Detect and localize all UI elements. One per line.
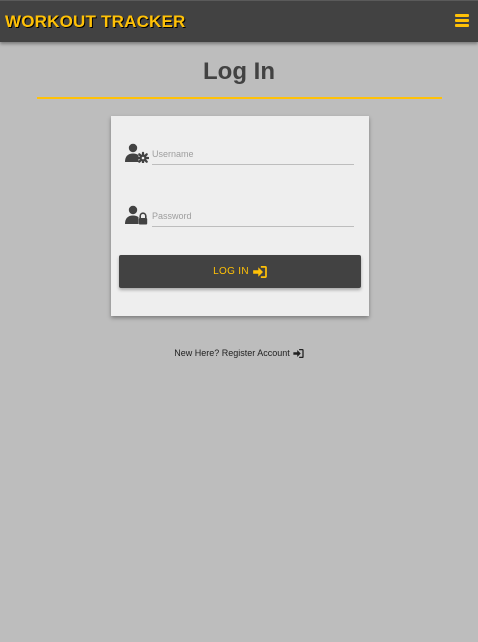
register-link-label: New Here? Register Account: [174, 348, 290, 358]
username-input[interactable]: [152, 144, 354, 165]
password-field: [125, 204, 357, 230]
register-link[interactable]: New Here? Register Account: [0, 348, 478, 358]
sign-in-icon: [293, 348, 304, 358]
page-title: Log In: [203, 58, 275, 85]
menu-button[interactable]: [455, 14, 469, 28]
user-gear-icon: [125, 143, 149, 163]
username-field: [125, 142, 357, 168]
login-card: LOG IN: [111, 116, 369, 316]
login-button[interactable]: LOG IN: [119, 255, 361, 288]
app-title[interactable]: WORKOUT TRACKER: [5, 12, 186, 32]
app-root: WORKOUT TRACKER Log In Username LOG IN N…: [0, 0, 478, 642]
password-input[interactable]: [152, 206, 354, 227]
login-button-label: LOG IN: [213, 266, 249, 277]
user-lock-icon: [125, 205, 148, 225]
sign-in-icon: [252, 265, 267, 278]
hamburger-icon: [455, 14, 469, 27]
title-divider: [37, 97, 442, 99]
navbar: WORKOUT TRACKER: [0, 0, 478, 42]
